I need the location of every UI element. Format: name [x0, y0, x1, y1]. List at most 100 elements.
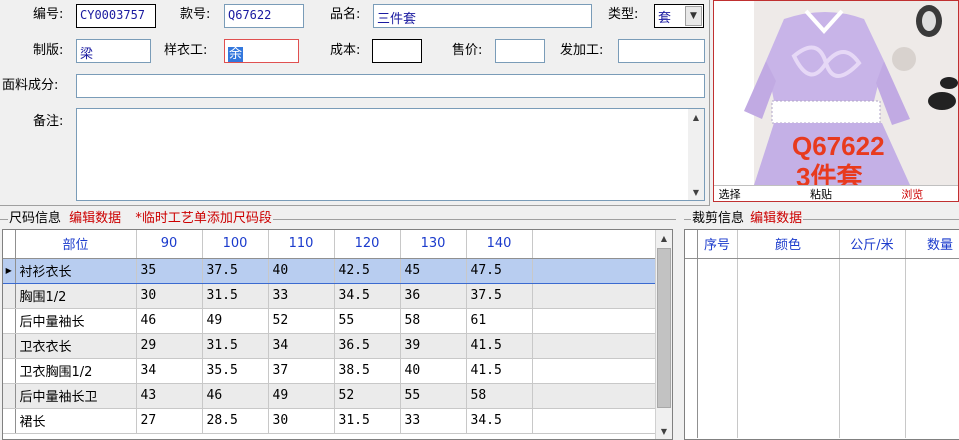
column-header[interactable]: 部位: [15, 230, 137, 259]
size-value-cell[interactable]: 55: [400, 383, 467, 409]
size-value-cell[interactable]: 61: [466, 308, 533, 334]
scroll-thumb[interactable]: [657, 248, 671, 408]
part-cell[interactable]: 卫衣衣长: [15, 333, 137, 359]
scroll-down-icon[interactable]: ▼: [688, 184, 704, 200]
paste-image-button[interactable]: 粘贴: [810, 186, 832, 201]
table-cell[interactable]: [737, 258, 840, 438]
part-cell[interactable]: 后中量袖长卫: [15, 383, 137, 409]
size-value-cell[interactable]: 34.5: [334, 283, 401, 309]
size-value-cell[interactable]: 47.5: [466, 257, 533, 284]
size-value-cell[interactable]: 34: [136, 358, 203, 384]
remark-scrollbar[interactable]: ▲ ▼: [688, 109, 704, 200]
size-value-cell[interactable]: 45: [400, 257, 467, 284]
size-value-cell[interactable]: 46: [202, 383, 269, 409]
size-value-cell[interactable]: 27: [136, 408, 203, 434]
size-value-cell[interactable]: 58: [466, 383, 533, 409]
table-row[interactable]: 裙长 27 28.5 30 31.5 33 34.5: [3, 408, 658, 434]
size-value-cell[interactable]: 52: [334, 383, 401, 409]
size-value-cell[interactable]: 39: [400, 333, 467, 359]
column-header[interactable]: 颜色: [737, 230, 840, 259]
processor-field[interactable]: [618, 39, 705, 63]
table-row[interactable]: 卫衣胸围1/2 34 35.5 37 38.5 40 41.5: [3, 358, 658, 384]
size-value-cell[interactable]: 37: [268, 358, 335, 384]
scroll-down-icon[interactable]: ▼: [656, 423, 672, 439]
scroll-up-icon[interactable]: ▲: [656, 230, 672, 246]
part-cell[interactable]: 卫衣胸围1/2: [15, 358, 137, 384]
row-header[interactable]: [3, 358, 16, 384]
size-value-cell[interactable]: 36: [400, 283, 467, 309]
table-cell[interactable]: [839, 258, 906, 438]
size-value-cell[interactable]: 30: [136, 283, 203, 309]
size-value-cell[interactable]: 52: [268, 308, 335, 334]
column-header[interactable]: 90: [136, 230, 203, 259]
name-field[interactable]: 三件套: [373, 4, 592, 28]
table-row[interactable]: 后中量袖长卫 43 46 49 52 55 58: [3, 383, 658, 409]
table-cell[interactable]: [697, 258, 738, 438]
row-header[interactable]: [3, 308, 16, 334]
browse-image-button[interactable]: 浏览: [901, 186, 923, 201]
table-row[interactable]: 卫衣衣长 29 31.5 34 36.5 39 41.5: [3, 333, 658, 359]
cost-field[interactable]: [372, 39, 422, 63]
size-value-cell[interactable]: 35.5: [202, 358, 269, 384]
select-image-button[interactable]: 选择: [719, 186, 741, 201]
type-select[interactable]: 套 ▼: [654, 4, 704, 28]
code-field[interactable]: CY0003757: [76, 4, 156, 28]
size-value-cell[interactable]: 30: [268, 408, 335, 434]
size-value-cell[interactable]: 46: [136, 308, 203, 334]
part-cell[interactable]: 胸围1/2: [15, 283, 137, 309]
sample-field[interactable]: 余: [224, 39, 299, 63]
table-row[interactable]: ▶ 衬衫衣长 35 37.5 40 42.5 45 47.5: [3, 257, 658, 284]
size-value-cell[interactable]: 28.5: [202, 408, 269, 434]
size-value-cell[interactable]: 33: [400, 408, 467, 434]
size-value-cell[interactable]: 40: [400, 358, 467, 384]
size-value-cell[interactable]: 29: [136, 333, 203, 359]
part-cell[interactable]: 裙长: [15, 408, 137, 434]
size-value-cell[interactable]: 31.5: [202, 333, 269, 359]
table-row[interactable]: 胸围1/2 30 31.5 33 34.5 36 37.5: [3, 283, 658, 309]
column-header[interactable]: 序号: [697, 230, 738, 259]
size-value-cell[interactable]: 41.5: [466, 358, 533, 384]
add-size-range-link[interactable]: *临时工艺单添加尺码段: [135, 211, 272, 226]
column-header[interactable]: 数量: [905, 230, 959, 259]
size-value-cell[interactable]: 31.5: [202, 283, 269, 309]
size-value-cell[interactable]: 34.5: [466, 408, 533, 434]
remark-textarea[interactable]: [76, 108, 705, 201]
column-header[interactable]: 120: [334, 230, 401, 259]
size-value-cell[interactable]: 34: [268, 333, 335, 359]
fabric-field[interactable]: [76, 74, 705, 98]
column-header[interactable]: 公斤/米: [839, 230, 906, 259]
size-value-cell[interactable]: 35: [136, 257, 203, 284]
style-field[interactable]: Q67622: [224, 4, 304, 28]
column-header[interactable]: 110: [268, 230, 335, 259]
column-header[interactable]: 130: [400, 230, 467, 259]
table-cell[interactable]: [905, 258, 959, 438]
cut-edit-link[interactable]: 编辑数据: [750, 211, 802, 226]
row-header[interactable]: [3, 333, 16, 359]
size-edit-link[interactable]: 编辑数据: [69, 211, 121, 226]
size-value-cell[interactable]: 38.5: [334, 358, 401, 384]
size-value-cell[interactable]: 55: [334, 308, 401, 334]
size-value-cell[interactable]: 40: [268, 257, 335, 284]
row-header[interactable]: [3, 383, 16, 409]
size-grid-scrollbar[interactable]: ▲ ▼: [655, 230, 672, 439]
table-row[interactable]: 后中量袖长 46 49 52 55 58 61: [3, 308, 658, 334]
chevron-down-icon[interactable]: ▼: [685, 6, 702, 26]
row-pointer-icon[interactable]: ▶: [3, 257, 16, 284]
size-value-cell[interactable]: 41.5: [466, 333, 533, 359]
size-value-cell[interactable]: 49: [268, 383, 335, 409]
scroll-up-icon[interactable]: ▲: [688, 109, 704, 125]
row-header[interactable]: [3, 283, 16, 309]
price-field[interactable]: [495, 39, 545, 63]
size-value-cell[interactable]: 37.5: [466, 283, 533, 309]
size-value-cell[interactable]: 33: [268, 283, 335, 309]
maker-field[interactable]: 梁: [76, 39, 151, 63]
size-value-cell[interactable]: 42.5: [334, 257, 401, 284]
size-value-cell[interactable]: 31.5: [334, 408, 401, 434]
row-header[interactable]: [3, 408, 16, 434]
size-value-cell[interactable]: 37.5: [202, 257, 269, 284]
part-cell[interactable]: 衬衫衣长: [15, 257, 137, 284]
size-value-cell[interactable]: 43: [136, 383, 203, 409]
column-header[interactable]: 100: [202, 230, 269, 259]
size-value-cell[interactable]: 49: [202, 308, 269, 334]
column-header[interactable]: 140: [466, 230, 533, 259]
